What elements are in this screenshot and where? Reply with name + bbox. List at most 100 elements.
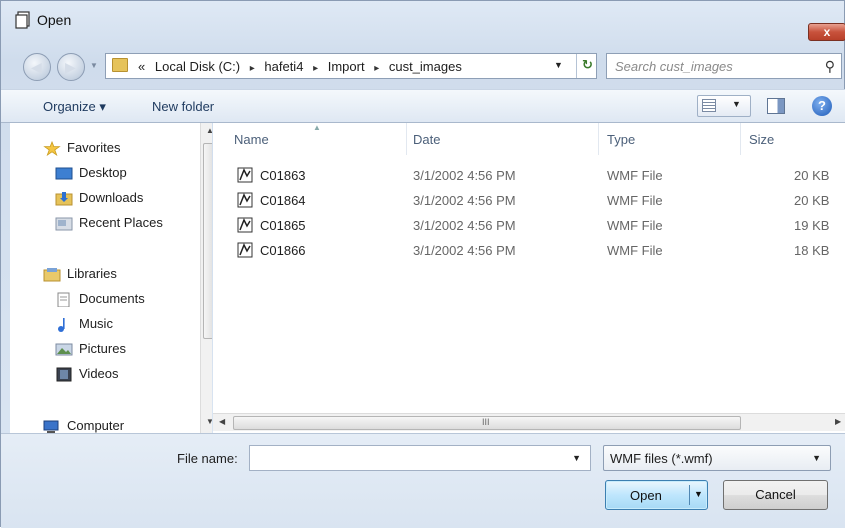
search-icon[interactable]: ⚲ — [825, 58, 835, 75]
nav-favorites-label: Favorites — [67, 140, 121, 155]
close-button[interactable]: x — [808, 23, 845, 41]
scroll-down-icon[interactable]: ▼ — [206, 417, 212, 426]
breadcrumb-cust-images[interactable]: cust_images — [389, 59, 462, 74]
back-button[interactable]: ◀ — [23, 53, 51, 81]
breadcrumb-separator-icon[interactable]: ▸ — [374, 63, 379, 74]
column-header-type[interactable]: Type — [607, 132, 635, 147]
desktop-icon — [55, 167, 73, 180]
file-size: 20 KB — [794, 193, 830, 208]
nav-documents[interactable]: Documents — [55, 291, 145, 311]
column-divider[interactable] — [740, 123, 741, 155]
nav-recent-places[interactable]: Recent Places — [55, 215, 163, 235]
music-icon — [58, 318, 65, 333]
file-type: WMF File — [607, 243, 663, 258]
file-date: 3/1/2002 4:56 PM — [413, 168, 516, 183]
breadcrumb-local-disk[interactable]: Local Disk (C:) — [155, 59, 240, 74]
breadcrumb-overflow[interactable]: « — [138, 59, 145, 74]
open-file-icon — [15, 11, 30, 29]
details-view-icon — [702, 99, 716, 112]
nav-libraries[interactable]: Libraries — [43, 266, 117, 286]
file-date: 3/1/2002 4:56 PM — [413, 243, 516, 258]
wmf-file-icon — [237, 167, 253, 183]
cancel-button[interactable]: Cancel — [723, 480, 828, 510]
file-type: WMF File — [607, 168, 663, 183]
change-view-button[interactable]: ▼ — [697, 95, 751, 117]
nav-music[interactable]: Music — [55, 316, 113, 336]
open-dialog: Open x ◀ ▶ ▼ « Local Disk (C:) ▸ hafeti4… — [0, 0, 845, 528]
nav-computer[interactable]: Computer — [43, 418, 124, 433]
file-row[interactable]: C01866 3/1/2002 4:56 PM WMF File 18 KB — [213, 239, 845, 264]
file-name-field[interactable]: ▼ — [249, 445, 591, 471]
nav-pictures-label: Pictures — [79, 341, 126, 356]
folder-icon — [112, 58, 128, 72]
column-header-date[interactable]: Date — [413, 132, 440, 147]
horizontal-scrollbar[interactable]: ◀ III ▶ — [213, 413, 845, 431]
scroll-left-icon[interactable]: ◀ — [219, 417, 225, 426]
search-input[interactable]: Search cust_images — [615, 59, 733, 74]
preview-pane-icon[interactable] — [767, 98, 785, 114]
nav-favorites[interactable]: Favorites — [43, 140, 120, 160]
file-row[interactable]: C01865 3/1/2002 4:56 PM WMF File 19 KB — [213, 214, 845, 239]
wmf-file-icon — [237, 217, 253, 233]
address-dropdown-icon[interactable]: ▼ — [554, 60, 563, 70]
column-divider[interactable] — [406, 123, 407, 155]
recent-places-icon — [55, 217, 73, 231]
videos-icon — [56, 367, 72, 382]
forward-arrow-icon: ▶ — [65, 59, 76, 75]
column-header-name[interactable]: Name — [234, 132, 269, 147]
forward-button[interactable]: ▶ — [57, 53, 85, 81]
open-button[interactable]: Open ▼ — [605, 480, 708, 510]
column-divider[interactable] — [598, 123, 599, 155]
column-header-size[interactable]: Size — [749, 132, 774, 147]
breadcrumb-separator-icon[interactable]: ▸ — [250, 63, 255, 74]
downloads-folder-icon — [55, 192, 73, 206]
file-type: WMF File — [607, 218, 663, 233]
file-name-dropdown-icon[interactable]: ▼ — [572, 453, 581, 463]
file-list: ▲ Name Date Type Size C01863 3/1/2002 4:… — [213, 123, 845, 433]
nav-documents-label: Documents — [79, 291, 145, 306]
file-name: C01864 — [260, 193, 306, 208]
wmf-file-icon — [237, 242, 253, 258]
filter-dropdown-icon[interactable]: ▼ — [812, 453, 821, 463]
nav-computer-label: Computer — [67, 418, 125, 433]
documents-icon — [57, 292, 70, 308]
nav-scroll-thumb[interactable] — [203, 143, 212, 339]
nav-recent-label: Recent Places — [79, 215, 163, 230]
recent-locations-dropdown-icon[interactable]: ▼ — [90, 61, 98, 70]
nav-pictures[interactable]: Pictures — [55, 341, 126, 361]
horizontal-scroll-thumb[interactable]: III — [233, 416, 741, 430]
scroll-up-icon[interactable]: ▲ — [206, 126, 212, 135]
nav-scrollbar[interactable]: ▲ ▼ — [200, 123, 212, 433]
new-folder-button[interactable]: New folder — [152, 99, 214, 114]
file-date: 3/1/2002 4:56 PM — [413, 218, 516, 233]
scroll-grip-icon: III — [482, 417, 490, 427]
file-type-filter[interactable]: WMF files (*.wmf) ▼ — [603, 445, 831, 471]
open-split-divider — [689, 485, 690, 505]
refresh-icon: ↻ — [582, 57, 593, 72]
breadcrumb-hafeti4[interactable]: hafeti4 — [264, 59, 303, 74]
open-button-label: Open — [630, 488, 662, 503]
nav-desktop[interactable]: Desktop — [55, 165, 127, 185]
help-icon[interactable]: ? — [812, 96, 832, 116]
file-name: C01866 — [260, 243, 306, 258]
nav-music-label: Music — [79, 316, 113, 331]
nav-videos[interactable]: Videos — [55, 366, 119, 386]
view-dropdown-icon[interactable]: ▼ — [732, 99, 741, 109]
scroll-right-icon[interactable]: ▶ — [835, 417, 841, 426]
organize-menu[interactable]: Organize ▾ — [43, 99, 106, 115]
file-row[interactable]: C01863 3/1/2002 4:56 PM WMF File 20 KB — [213, 164, 845, 189]
pictures-icon — [55, 343, 73, 356]
search-box[interactable]: Search cust_images ⚲ — [606, 53, 842, 79]
file-date: 3/1/2002 4:56 PM — [413, 193, 516, 208]
address-bar[interactable]: « Local Disk (C:) ▸ hafeti4 ▸ Import ▸ c… — [105, 53, 597, 79]
nav-downloads[interactable]: Downloads — [55, 190, 143, 210]
refresh-button[interactable]: ↻ — [576, 54, 598, 78]
nav-desktop-label: Desktop — [79, 165, 127, 180]
file-size: 20 KB — [794, 168, 830, 183]
file-name-label: File name: — [177, 451, 238, 466]
libraries-icon — [43, 268, 61, 282]
open-options-dropdown-icon[interactable]: ▼ — [694, 489, 703, 499]
breadcrumb-import[interactable]: Import — [328, 59, 365, 74]
breadcrumb-separator-icon[interactable]: ▸ — [313, 63, 318, 74]
file-row[interactable]: C01864 3/1/2002 4:56 PM WMF File 20 KB — [213, 189, 845, 214]
